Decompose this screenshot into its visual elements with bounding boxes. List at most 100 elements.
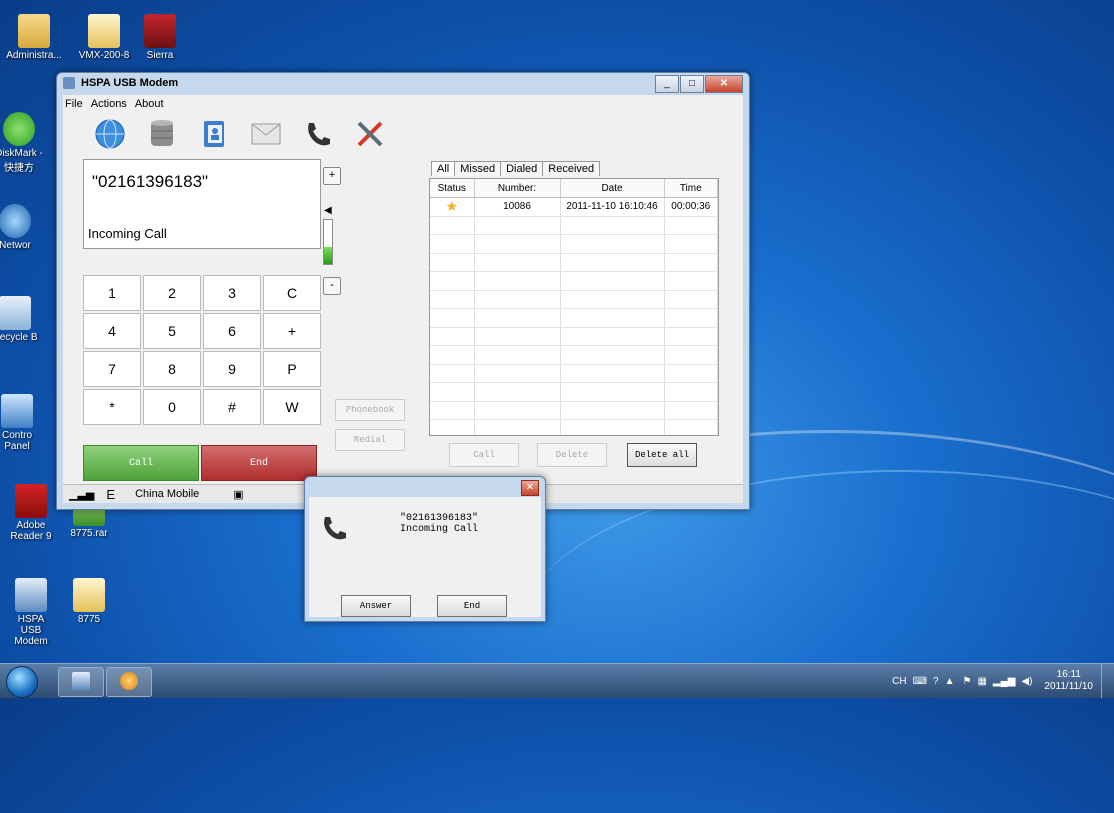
desktop-icon-vmx[interactable]: VMX-200-8 <box>74 14 134 61</box>
start-button[interactable] <box>6 666 38 698</box>
volume-up-button[interactable]: + <box>323 167 341 185</box>
column-status[interactable]: Status <box>430 179 475 198</box>
key-2[interactable]: 2 <box>143 275 201 311</box>
log-call-button[interactable]: Call <box>449 443 519 467</box>
key-8[interactable]: 8 <box>143 351 201 387</box>
table-row <box>430 290 718 309</box>
desktop-icon-administrator[interactable]: Administra... <box>4 14 64 61</box>
close-button[interactable]: ✕ <box>705 75 743 93</box>
key-clear[interactable]: C <box>263 275 321 311</box>
desktop-icon-label: Administra... <box>6 50 62 61</box>
incoming-call-dialog: ✕ "02161396183" Incoming Call Answer End <box>304 476 546 622</box>
menu-file[interactable]: File <box>65 98 83 110</box>
key-hash[interactable]: # <box>203 389 261 425</box>
paint-icon <box>120 672 138 690</box>
desktop-icon-network[interactable]: Networ <box>0 204 40 251</box>
call-status: Incoming Call <box>88 226 167 241</box>
volume-icon[interactable]: ◀) <box>1021 676 1032 687</box>
action-center-icon[interactable]: ⚑ <box>963 676 972 687</box>
show-desktop-button[interactable] <box>1101 664 1114 698</box>
key-5[interactable]: 5 <box>143 313 201 349</box>
minimize-button[interactable]: _ <box>655 75 679 93</box>
desktop-icon-recycle-bin[interactable]: Recycle B <box>0 296 40 343</box>
log-delete-button[interactable]: Delete <box>537 443 607 467</box>
input-language[interactable]: CH <box>892 676 906 687</box>
show-hidden-icons[interactable]: ▲ <box>945 676 955 687</box>
window-titlebar[interactable]: HSPA USB Modem <box>57 73 749 93</box>
menu-about[interactable]: About <box>135 98 164 110</box>
window-title: HSPA USB Modem <box>81 77 179 89</box>
control-panel-icon <box>1 394 33 428</box>
carrier-name: China Mobile <box>135 488 200 500</box>
envelope-icon[interactable] <box>249 117 283 151</box>
maximize-button[interactable]: □ <box>680 75 704 93</box>
desktop-icon-adobe-reader[interactable]: Adobe Reader 9 <box>8 484 54 542</box>
clock-date: 2011/11/10 <box>1044 681 1093 692</box>
menu-actions[interactable]: Actions <box>91 98 127 110</box>
key-pause[interactable]: P <box>263 351 321 387</box>
key-9[interactable]: 9 <box>203 351 261 387</box>
database-icon[interactable] <box>145 117 179 151</box>
taskbar-modem-button[interactable] <box>58 667 104 697</box>
window-client: File Actions About "02161396183" Incomin… <box>63 95 743 503</box>
tab-all[interactable]: All <box>431 161 456 176</box>
toolbar <box>93 117 387 151</box>
desktop-icon-control-panel[interactable]: Contro Panel <box>0 394 42 452</box>
desktop-icon-label: Sierra <box>146 50 174 61</box>
clock[interactable]: 16:11 2011/11/10 <box>1044 669 1093 693</box>
help-icon[interactable]: ? <box>933 676 939 687</box>
column-date[interactable]: Date <box>560 179 665 198</box>
contacts-icon[interactable] <box>197 117 231 151</box>
desktop-icon-sierra[interactable]: Sierra <box>130 14 190 61</box>
redial-button[interactable]: Redial <box>335 429 405 451</box>
key-6[interactable]: 6 <box>203 313 261 349</box>
dialog-close-button[interactable]: ✕ <box>521 480 539 496</box>
modem-app-icon <box>15 578 47 612</box>
desktop-icon-label: DiskMark - 快捷方 <box>0 148 43 174</box>
diskmark-icon <box>3 112 35 146</box>
taskbar-paint-button[interactable] <box>106 667 152 697</box>
tab-dialed[interactable]: Dialed <box>500 161 544 176</box>
system-tray: CH ⌨ ? ▲ ⚑ ▦ ▂▄▆ ◀) 16:11 2011/11/10 <box>892 664 1114 698</box>
clock-time: 16:11 <box>1056 669 1081 680</box>
column-time[interactable]: Time <box>664 179 718 198</box>
dialog-message: "02161396183" Incoming Call <box>379 513 499 535</box>
desktop-icon-label: Networ <box>0 240 31 251</box>
delete-all-button[interactable]: Delete all <box>627 443 697 467</box>
table-row[interactable]: ★ 10086 2011-11-10 16:10:46 00:00:36 <box>430 197 718 217</box>
call-button[interactable]: Call <box>83 445 199 481</box>
dialog-body: "02161396183" Incoming Call Answer End <box>309 497 541 617</box>
dialog-end-button[interactable]: End <box>437 595 507 617</box>
desktop-icon-8775[interactable]: 8775 <box>66 578 112 625</box>
signal-icon[interactable]: ▂▄▆ <box>993 676 1015 687</box>
network-type: E <box>106 486 116 502</box>
table-row <box>430 364 718 383</box>
keyboard-icon[interactable]: ⌨ <box>913 676 927 687</box>
signal-strength-icon: ▁▃▅ <box>69 488 95 501</box>
call-log-table: Status Number: Date Time ★ 10086 2011-11… <box>429 178 719 436</box>
phone-icon[interactable] <box>301 117 335 151</box>
globe-icon[interactable] <box>93 117 127 151</box>
key-7[interactable]: 7 <box>83 351 141 387</box>
desktop-icon-diskmark[interactable]: DiskMark - 快捷方 <box>0 112 44 174</box>
tools-icon[interactable] <box>353 117 387 151</box>
volume-slider[interactable] <box>323 219 333 265</box>
key-4[interactable]: 4 <box>83 313 141 349</box>
end-button[interactable]: End <box>201 445 317 481</box>
tab-received[interactable]: Received <box>542 161 601 176</box>
answer-button[interactable]: Answer <box>341 595 411 617</box>
key-wait[interactable]: W <box>263 389 321 425</box>
column-number[interactable]: Number: <box>474 179 561 198</box>
phonebook-button[interactable]: Phonebook <box>335 399 405 421</box>
desktop-icon-hspa-usb-modem[interactable]: HSPA USB Modem <box>8 578 54 647</box>
key-0[interactable]: 0 <box>143 389 201 425</box>
volume-down-button[interactable]: - <box>323 277 341 295</box>
tab-missed[interactable]: Missed <box>454 161 502 176</box>
network-icon[interactable]: ▦ <box>977 676 986 687</box>
key-star[interactable]: * <box>83 389 141 425</box>
phone-icon <box>319 513 349 548</box>
key-1[interactable]: 1 <box>83 275 141 311</box>
folder-icon <box>88 14 120 48</box>
key-plus[interactable]: + <box>263 313 321 349</box>
key-3[interactable]: 3 <box>203 275 261 311</box>
